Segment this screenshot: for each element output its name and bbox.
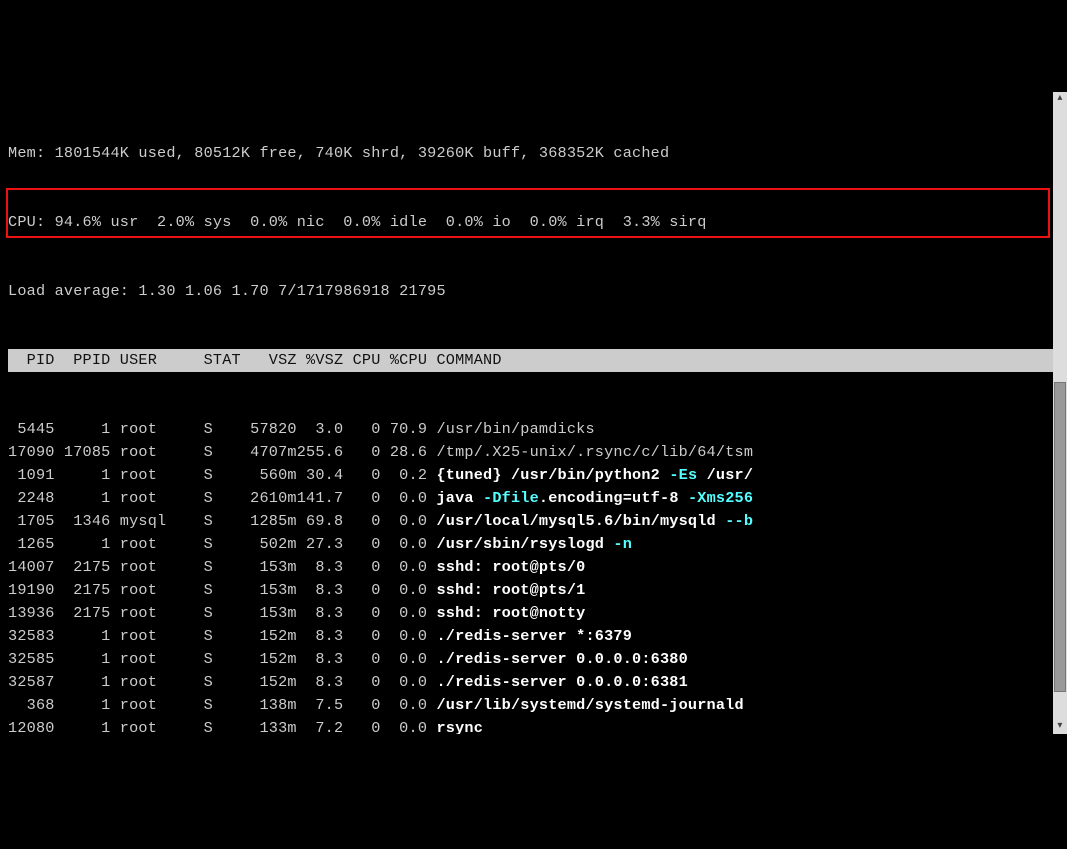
process-row: 32587 1 root S 152m 8.3 0 0.0 ./redis-se…	[8, 671, 1067, 694]
process-row: 2248 1 root S 2610m141.7 0 0.0 java -Dfi…	[8, 487, 1067, 510]
scrollbar[interactable]: ▴ ▾	[1053, 92, 1067, 734]
process-row: 13936 2175 root S 153m 8.3 0 0.0 sshd: r…	[8, 602, 1067, 625]
process-row: 32585 1 root S 152m 8.3 0 0.0 ./redis-se…	[8, 648, 1067, 671]
mem-line: Mem: 1801544K used, 80512K free, 740K sh…	[8, 142, 1067, 165]
process-row: 32583 1 root S 152m 8.3 0 0.0 ./redis-se…	[8, 625, 1067, 648]
scroll-up-icon[interactable]: ▴	[1053, 92, 1067, 106]
process-row: 17090 17085 root S 4707m255.6 0 28.6 /tm…	[8, 441, 1067, 464]
process-row: 14007 2175 root S 153m 8.3 0 0.0 sshd: r…	[8, 556, 1067, 579]
load-line: Load average: 1.30 1.06 1.70 7/171798691…	[8, 280, 1067, 303]
scroll-down-icon[interactable]: ▾	[1053, 720, 1067, 734]
process-list: 5445 1 root S 57820 3.0 0 70.9 /usr/bin/…	[8, 418, 1067, 734]
process-row: 19190 2175 root S 153m 8.3 0 0.0 sshd: r…	[8, 579, 1067, 602]
terminal-top-output: Mem: 1801544K used, 80512K free, 740K sh…	[0, 92, 1067, 734]
column-header: PID PPID USER STAT VSZ %VSZ CPU %CPU COM…	[8, 349, 1067, 372]
process-row: 368 1 root S 138m 7.5 0 0.0 /usr/lib/sys…	[8, 694, 1067, 717]
process-row: 5445 1 root S 57820 3.0 0 70.9 /usr/bin/…	[8, 418, 1067, 441]
process-row: 1705 1346 mysql S 1285m 69.8 0 0.0 /usr/…	[8, 510, 1067, 533]
scrollbar-thumb[interactable]	[1054, 382, 1066, 692]
process-row: 1265 1 root S 502m 27.3 0 0.0 /usr/sbin/…	[8, 533, 1067, 556]
process-row: 1091 1 root S 560m 30.4 0 0.2 {tuned} /u…	[8, 464, 1067, 487]
process-row: 12080 1 root S 133m 7.2 0 0.0 rsync	[8, 717, 1067, 734]
cpu-line: CPU: 94.6% usr 2.0% sys 0.0% nic 0.0% id…	[8, 211, 1067, 234]
